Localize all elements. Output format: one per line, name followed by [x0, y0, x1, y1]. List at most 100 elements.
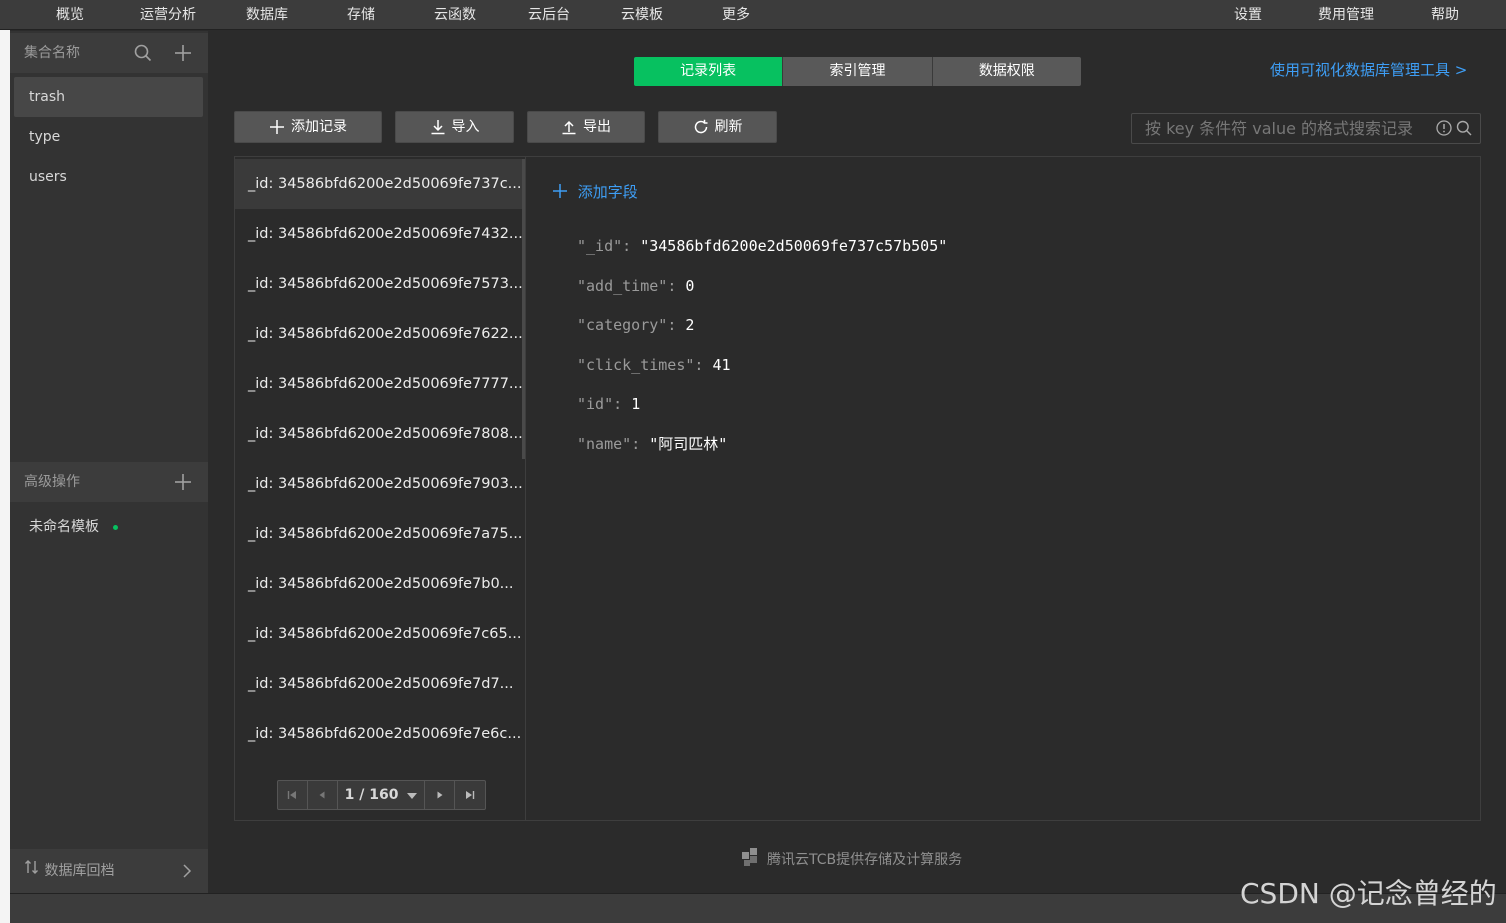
plus-icon — [553, 182, 567, 204]
nav-analytics[interactable]: 运营分析 — [140, 0, 196, 30]
field-key: "click_times" — [577, 356, 695, 374]
list-item[interactable]: _id: 34586bfd6200e2d50069fe7e6c... — [235, 709, 524, 759]
record-search — [1131, 113, 1481, 144]
nav-cloud-templates[interactable]: 云模板 — [621, 0, 663, 30]
nav-settings[interactable]: 设置 — [1234, 0, 1262, 30]
export-button[interactable]: 导出 — [527, 111, 645, 143]
tab-index-management[interactable]: 索引管理 — [783, 57, 933, 86]
list-item[interactable]: _id: 34586bfd6200e2d50069fe7d7... — [235, 659, 524, 709]
field-colon: : — [613, 395, 632, 413]
search-input[interactable] — [1132, 114, 1432, 143]
page-select[interactable]: 1 / 160 — [338, 781, 426, 809]
list-item[interactable]: _id: 34586bfd6200e2d50069fe737c... — [235, 159, 524, 209]
info-icon[interactable] — [1436, 120, 1452, 140]
template-item[interactable]: 未命名模板 — [14, 507, 203, 547]
field-colon: : — [694, 356, 713, 374]
upload-icon — [562, 120, 576, 135]
tcb-footer-note: 腾讯云TCB提供存储及计算服务 — [741, 847, 963, 873]
next-page-button[interactable] — [425, 781, 456, 809]
first-page-button[interactable] — [278, 781, 308, 809]
tcb-logo-icon — [741, 847, 761, 873]
tab-record-list[interactable]: 记录列表 — [634, 57, 784, 86]
field-key: "id" — [577, 395, 614, 413]
list-item[interactable]: _id: 34586bfd6200e2d50069fe7622... — [235, 309, 524, 359]
field-key: "name" — [577, 435, 632, 453]
field-row[interactable]: "add_time": 0 — [577, 275, 694, 297]
csdn-watermark: CSDN @记念曾经的 — [1240, 877, 1497, 910]
add-field-button[interactable]: 添加字段 — [553, 181, 638, 203]
database-rollback[interactable]: 数据库回档 — [10, 849, 208, 893]
last-page-button[interactable] — [455, 781, 485, 809]
plus-icon — [270, 120, 284, 134]
collections-header-label: 集合名称 — [24, 45, 80, 61]
refresh-icon — [694, 119, 707, 134]
list-item[interactable]: _id: 34586bfd6200e2d50069fe7432... — [235, 209, 524, 259]
download-icon — [431, 120, 444, 135]
field-colon: : — [631, 435, 650, 453]
database-rollback-label: 数据库回档 — [44, 863, 115, 879]
field-row[interactable]: "name": "阿司匹林" — [577, 433, 727, 455]
collection-item-users[interactable]: users — [14, 157, 203, 197]
window-edge — [0, 30, 10, 923]
field-value[interactable]: 2 — [685, 316, 694, 334]
chevron-right-icon — [182, 849, 192, 893]
list-item[interactable]: _id: 34586bfd6200e2d50069fe7573... — [235, 259, 524, 309]
refresh-button[interactable]: 刷新 — [658, 111, 777, 143]
tcb-footer-text: 腾讯云TCB提供存储及计算服务 — [767, 852, 963, 868]
list-item[interactable]: _id: 34586bfd6200e2d50069fe7777... — [235, 359, 524, 409]
nav-cloud-backend[interactable]: 云后台 — [528, 0, 570, 30]
field-value[interactable]: 1 — [631, 395, 640, 413]
field-colon: : — [667, 316, 686, 334]
records-panel: _id: 34586bfd6200e2d50069fe737c... _id: … — [234, 156, 1481, 821]
add-advanced-icon[interactable] — [174, 473, 192, 491]
record-list: _id: 34586bfd6200e2d50069fe737c... _id: … — [235, 157, 526, 820]
nav-overview[interactable]: 概览 — [56, 0, 84, 30]
add-collection-icon[interactable] — [174, 44, 192, 62]
list-item[interactable]: _id: 34586bfd6200e2d50069fe7903... — [235, 459, 524, 509]
field-colon: : — [622, 237, 641, 255]
add-record-button[interactable]: 添加记录 — [234, 111, 382, 143]
tab-data-permissions[interactable]: 数据权限 — [932, 57, 1081, 86]
add-record-label: 添加记录 — [291, 119, 347, 135]
field-row[interactable]: "click_times": 41 — [577, 354, 731, 376]
prev-page-button[interactable] — [308, 781, 338, 809]
advanced-header-label: 高级操作 — [24, 474, 80, 490]
search-icon[interactable] — [134, 44, 152, 62]
field-key: "add_time" — [577, 277, 668, 295]
record-list-scrollbar[interactable] — [522, 159, 525, 459]
collection-item-type[interactable]: type — [14, 117, 203, 157]
nav-cloud-functions[interactable]: 云函数 — [434, 0, 476, 30]
refresh-label: 刷新 — [714, 119, 743, 135]
nav-more[interactable]: 更多 — [722, 0, 750, 30]
caret-down-icon — [407, 781, 418, 809]
nav-billing[interactable]: 费用管理 — [1318, 0, 1374, 30]
search-icon[interactable] — [1456, 120, 1472, 140]
field-row[interactable]: "id": 1 — [577, 393, 640, 415]
list-item[interactable]: _id: 34586bfd6200e2d50069fe7a75... — [235, 509, 524, 559]
visual-db-tool-link[interactable]: 使用可视化数据库管理工具 > — [1270, 58, 1467, 82]
field-value[interactable]: 41 — [712, 356, 730, 374]
field-key: "category" — [577, 316, 668, 334]
list-item[interactable]: _id: 34586bfd6200e2d50069fe7c65... — [235, 609, 524, 659]
list-item[interactable]: _id: 34586bfd6200e2d50069fe7808... — [235, 409, 524, 459]
nav-storage[interactable]: 存储 — [347, 0, 375, 30]
field-value[interactable]: "阿司匹林" — [649, 435, 727, 453]
field-colon: : — [667, 277, 686, 295]
field-value[interactable]: "34586bfd6200e2d50069fe737c57b505" — [640, 237, 947, 255]
nav-help[interactable]: 帮助 — [1431, 0, 1459, 30]
status-dot-icon — [113, 524, 119, 530]
template-item-label: 未命名模板 — [29, 519, 99, 535]
sort-icon — [24, 849, 40, 893]
field-row[interactable]: "_id": "34586bfd6200e2d50069fe737c57b505… — [577, 235, 947, 257]
top-menu-bar: 概览 运营分析 数据库 存储 云函数 云后台 云模板 更多 设置 费用管理 帮助 — [0, 0, 1506, 30]
list-item[interactable]: _id: 34586bfd6200e2d50069fe7b0... — [235, 559, 524, 609]
import-button[interactable]: 导入 — [395, 111, 514, 143]
add-field-label: 添加字段 — [577, 183, 638, 201]
nav-database[interactable]: 数据库 — [246, 0, 288, 30]
export-label: 导出 — [583, 119, 611, 135]
field-row[interactable]: "category": 2 — [577, 314, 694, 336]
field-key: "_id" — [577, 237, 623, 255]
field-value[interactable]: 0 — [685, 277, 694, 295]
sidebar: 集合名称 trash type users 高级操作 未命名模板 数据库回档 — [10, 31, 208, 893]
collection-item-trash[interactable]: trash — [14, 77, 203, 117]
